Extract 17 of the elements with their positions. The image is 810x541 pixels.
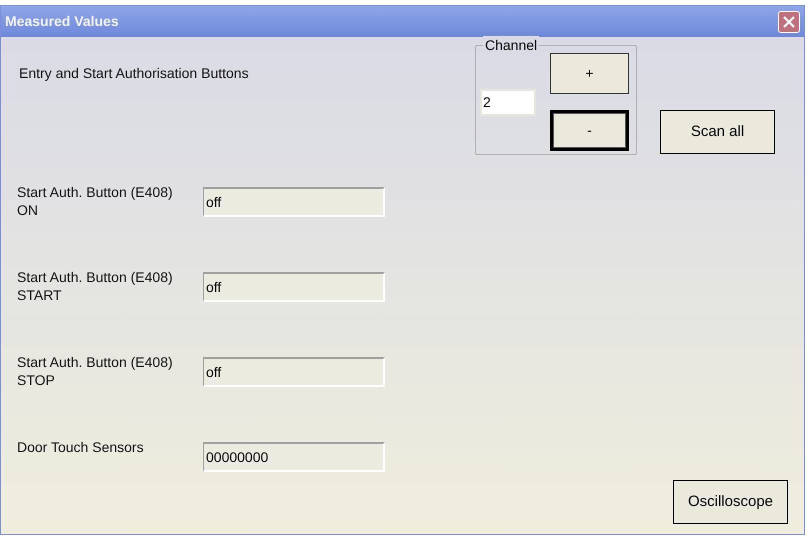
- scan-all-button[interactable]: Scan all: [660, 110, 775, 154]
- section-heading: Entry and Start Authorisation Buttons: [19, 64, 250, 83]
- close-button[interactable]: [778, 10, 800, 32]
- value-field: off: [203, 357, 385, 387]
- value-field: off: [203, 187, 385, 217]
- close-icon: [783, 16, 795, 28]
- channel-input[interactable]: 2: [480, 88, 536, 116]
- channel-button[interactable]: -: [550, 110, 629, 151]
- oscilloscope-button[interactable]: Oscilloscope: [673, 480, 788, 524]
- field-label: Start Auth. Button (E408) ON: [17, 183, 174, 219]
- field-label: Start Auth. Button (E408) STOP: [17, 353, 174, 389]
- value-field: off: [203, 272, 385, 302]
- field-label: Door Touch Sensors: [17, 438, 145, 456]
- field-label: Start Auth. Button (E408) START: [17, 268, 174, 304]
- channel-button[interactable]: +: [550, 53, 629, 94]
- window-title: Measured Values: [5, 12, 119, 31]
- value-field: 00000000: [203, 442, 385, 472]
